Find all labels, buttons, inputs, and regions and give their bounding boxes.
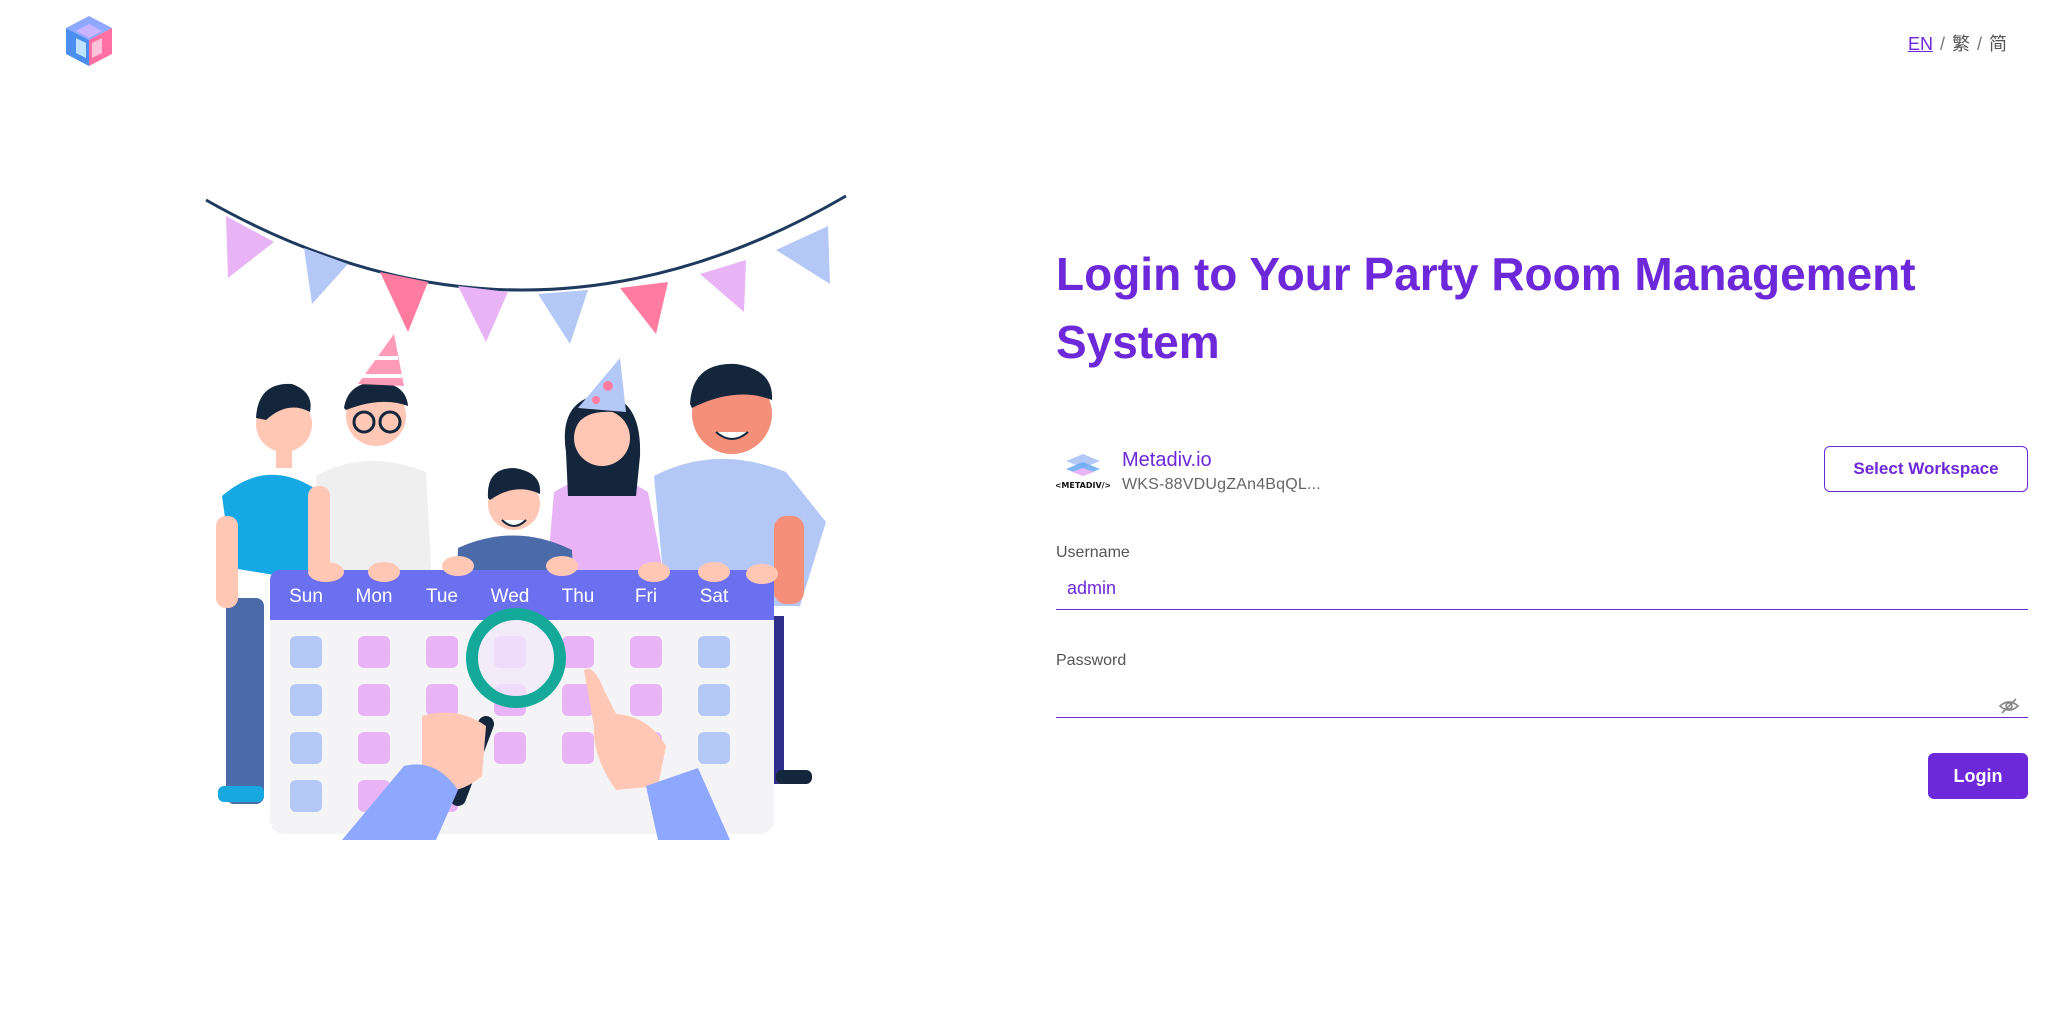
workspace-id: WKS-88VDUgZAn4BqQL... xyxy=(1122,476,1321,493)
username-input[interactable] xyxy=(1056,568,2028,610)
calendar-cell xyxy=(698,732,730,764)
lang-separator: / xyxy=(1976,34,1982,54)
lang-simplified-chinese[interactable]: 简 xyxy=(1989,34,2007,54)
workspace-logo-text: <METADIV/> xyxy=(1056,481,1110,490)
calendar-day-tue: Tue xyxy=(426,586,458,607)
calendar-cell xyxy=(698,684,730,716)
select-workspace-button[interactable]: Select Workspace xyxy=(1824,446,2028,492)
bunting-string xyxy=(205,194,847,292)
lang-traditional-chinese[interactable]: 繁 xyxy=(1952,34,1970,54)
calendar-cell xyxy=(290,780,322,812)
calendar-cell xyxy=(630,684,662,716)
login-panel: Login to Your Party Room Management Syst… xyxy=(1056,240,2028,799)
calendar-cell xyxy=(358,684,390,716)
password-field-group: Password xyxy=(1056,652,2028,718)
calendar-cell xyxy=(290,732,322,764)
calendar-cell xyxy=(698,636,730,668)
calendar-cell xyxy=(426,636,458,668)
calendar-cell xyxy=(630,636,662,668)
calendar-day-sun: Sun xyxy=(289,586,323,607)
calendar-cell xyxy=(358,636,390,668)
calendar-cell xyxy=(290,684,322,716)
workspace-logo: <METADIV/> xyxy=(1056,454,1110,490)
lang-separator: / xyxy=(1939,34,1945,54)
cube-logo-icon xyxy=(66,16,112,66)
calendar-cell xyxy=(290,636,322,668)
calendar-cell xyxy=(562,636,594,668)
username-label: Username xyxy=(1056,544,1130,561)
calendar-day-fri: Fri xyxy=(635,586,657,607)
calendar-cell xyxy=(426,684,458,716)
language-switcher: EN / 繁 / 简 xyxy=(1908,30,2007,56)
password-label: Password xyxy=(1056,652,1127,669)
calendar-day-wed: Wed xyxy=(491,586,530,607)
workspace-name: Metadiv.io xyxy=(1122,449,1212,471)
calendar-cell xyxy=(358,732,390,764)
login-button[interactable]: Login xyxy=(1928,753,2028,799)
page-title: Login to Your Party Room Management Syst… xyxy=(1056,248,1916,368)
person-white-shirt xyxy=(308,334,432,586)
calendar-day-sat: Sat xyxy=(700,586,729,607)
calendar-day-thu: Thu xyxy=(562,586,595,607)
calendar-cell xyxy=(494,732,526,764)
eye-off-icon[interactable] xyxy=(1998,695,2020,717)
workspace-card: <METADIV/> Metadiv.io WKS-88VDUgZAn4BqQL… xyxy=(1056,446,2028,496)
party-illustration: Sun Mon Tue Wed Thu Fri Sat xyxy=(205,194,847,840)
username-field-group: Username xyxy=(1056,544,2028,610)
bunting-flags xyxy=(226,216,830,344)
calendar-day-mon: Mon xyxy=(356,586,393,607)
calendar-cell xyxy=(562,732,594,764)
lang-en[interactable]: EN xyxy=(1908,34,1933,54)
password-input[interactable] xyxy=(1056,676,2028,718)
